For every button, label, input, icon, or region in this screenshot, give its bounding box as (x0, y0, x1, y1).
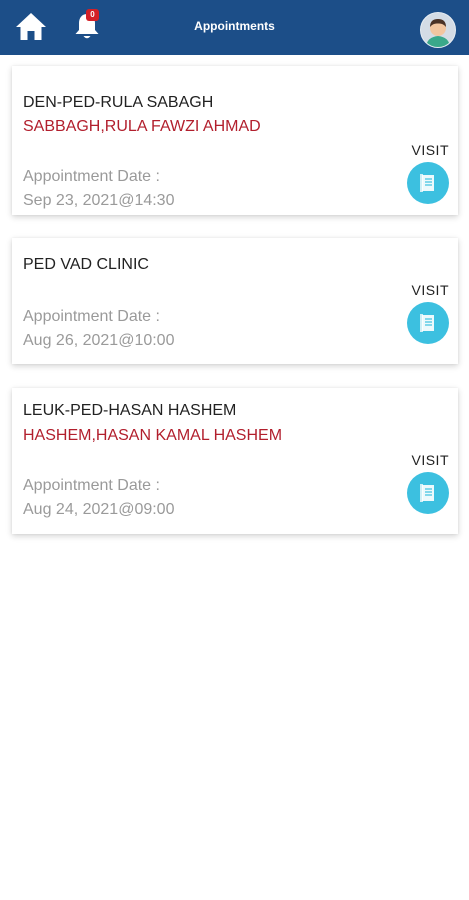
doctor-name: HASHEM,HASAN KAMAL HASHEM (23, 427, 283, 444)
visit-button[interactable] (407, 162, 449, 204)
appointment-date-label: Appointment Date : (23, 308, 160, 325)
doctor-name: SABBAGH,RULA FAWZI AHMAD (23, 118, 261, 135)
clinic-name: PED VAD CLINIC (23, 256, 149, 273)
appointment-date: Aug 24, 2021@09:00 (23, 501, 175, 518)
visit-button[interactable] (407, 302, 449, 344)
appointment-date: Aug 26, 2021@10:00 (23, 332, 175, 349)
visit-button[interactable] (407, 472, 449, 514)
document-icon (420, 314, 434, 332)
document-icon (420, 484, 434, 502)
page-title: Appointments (194, 19, 275, 33)
clinic-name: LEUK-PED-HASAN HASHEM (23, 402, 237, 419)
app-header: 0 Appointments (0, 0, 469, 55)
appointment-card[interactable]: DEN-PED-RULA SABAGH SABBAGH,RULA FAWZI A… (12, 66, 458, 215)
visit-label: VISIT (411, 282, 449, 298)
visit-label: VISIT (411, 452, 449, 468)
appointment-date-label: Appointment Date : (23, 477, 160, 494)
user-avatar-icon (426, 19, 450, 47)
visit-label: VISIT (411, 142, 449, 158)
clinic-name: DEN-PED-RULA SABAGH (23, 94, 214, 111)
appointment-date-label: Appointment Date : (23, 168, 160, 185)
document-icon (420, 174, 434, 192)
avatar[interactable] (420, 12, 456, 48)
appointment-card[interactable]: LEUK-PED-HASAN HASHEM HASHEM,HASAN KAMAL… (12, 388, 458, 534)
appointment-card[interactable]: PED VAD CLINIC VISIT Appointment Date : … (12, 238, 458, 364)
appointment-date: Sep 23, 2021@14:30 (23, 192, 175, 209)
